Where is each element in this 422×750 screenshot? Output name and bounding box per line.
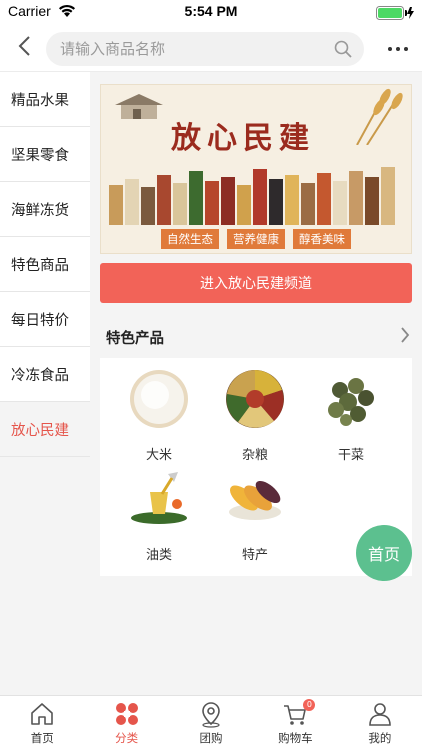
more-options-button[interactable] [382,37,414,61]
banner-tag: 自然生态 [161,229,219,249]
chevron-left-icon [17,35,31,61]
sidebar-item-nuts-snacks[interactable]: 坚果零食 [0,127,90,182]
sidebar-item-seafood-frozen[interactable]: 海鲜冻货 [0,182,90,237]
product-label: 特产 [241,548,268,563]
bottom-tab-bar: 首页 分类 团购 0 购物车 我的 [0,695,422,750]
corn-specialty-icon [229,480,281,520]
rice-icon [130,370,188,428]
category-sidebar: 精品水果 坚果零食 海鲜冻货 特色商品 每日特价 冷冻食品 放心民建 [0,72,90,695]
clock-time: 5:54 PM [184,3,238,19]
category-content: 放心民建 自然生态 营养健康 醇香美味 进入放心民建频道 特色产品 大米 杂粮 … [90,72,422,695]
user-icon [369,703,391,726]
banner-tag: 营养健康 [227,229,285,249]
category-icon [115,703,138,725]
chevron-right-icon[interactable] [400,326,412,348]
product-item[interactable]: 大米 [114,368,204,463]
product-label: 干菜 [337,448,364,463]
tab-group-buy[interactable]: 团购 [169,696,253,750]
tab-label: 我的 [368,731,392,745]
back-button[interactable] [8,30,40,66]
sidebar-item-frozen-food[interactable]: 冷冻食品 [0,347,90,402]
more-dots-icon [388,47,392,51]
tab-label: 分类 [115,731,139,745]
cart-count-badge: 0 [303,699,316,711]
tab-label: 购物车 [278,731,313,745]
product-item[interactable]: 油类 [114,468,204,563]
status-bar: Carrier 5:54 PM [0,0,422,24]
grain-jars-illustration [109,167,395,225]
floating-home-button[interactable]: 首页 [356,525,412,581]
section-header[interactable]: 特色产品 [100,320,412,354]
grains-icon [226,370,284,428]
oil-icon [131,472,187,524]
product-label: 大米 [145,448,172,463]
wheat-illustration [356,88,403,145]
product-item[interactable]: 杂粮 [210,368,300,463]
location-icon [202,702,220,728]
enter-channel-button[interactable]: 进入放心民建频道 [100,263,412,303]
tab-mine[interactable]: 我的 [338,696,422,750]
banner-tags: 自然生态 营养健康 醇香美味 [161,229,351,249]
search-icon[interactable] [334,40,352,62]
dried-vegetable-icon [328,378,374,426]
tab-label: 团购 [199,731,223,745]
sidebar-item-specialty[interactable]: 特色商品 [0,237,90,292]
house-illustration [115,94,163,119]
product-label: 油类 [145,548,172,563]
battery-icon [376,5,416,20]
sidebar-item-daily-deals[interactable]: 每日特价 [0,292,90,347]
top-nav-bar [0,24,422,72]
product-label: 杂粮 [241,448,268,463]
search-input[interactable] [60,32,320,66]
tab-cart[interactable]: 0 购物车 [253,696,337,750]
home-icon [31,703,54,725]
section-title: 特色产品 [106,330,164,347]
product-item[interactable]: 干菜 [306,368,396,463]
search-bar[interactable] [46,32,364,66]
banner-title: 放心民建 [171,121,315,156]
promo-banner[interactable]: 放心民建 自然生态 营养健康 醇香美味 [100,84,412,254]
sidebar-item-fruit[interactable]: 精品水果 [0,72,90,127]
tab-label: 首页 [30,731,54,745]
tab-category[interactable]: 分类 [84,696,168,750]
banner-tag: 醇香美味 [293,229,351,249]
tab-home[interactable]: 首页 [0,696,84,750]
sidebar-item-minjian[interactable]: 放心民建 [0,402,90,457]
product-item[interactable]: 特产 [210,468,300,563]
